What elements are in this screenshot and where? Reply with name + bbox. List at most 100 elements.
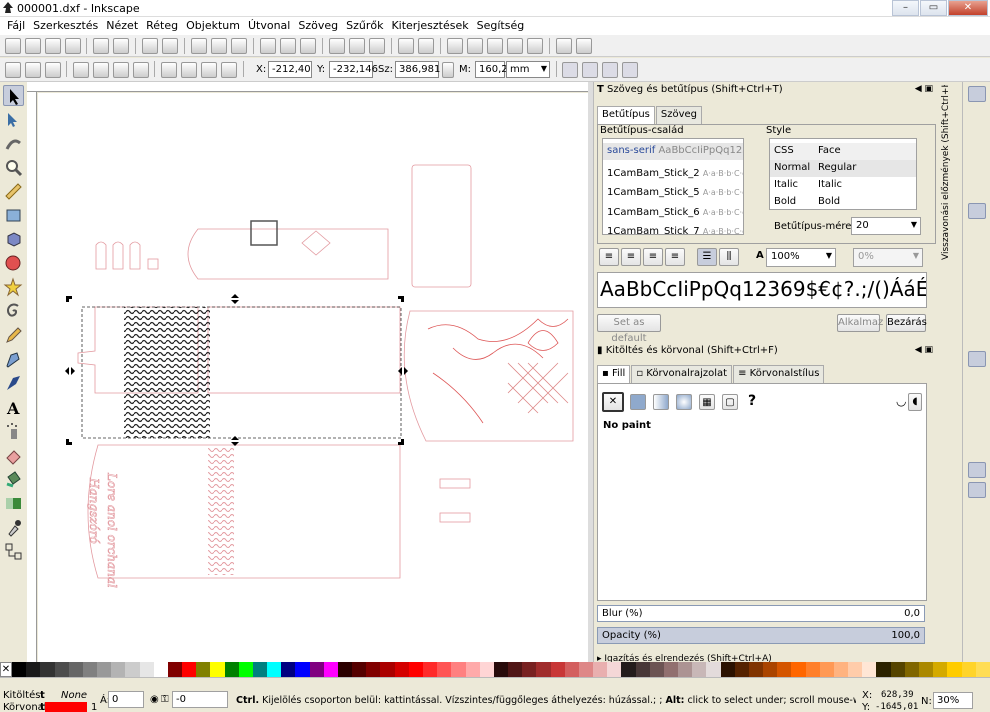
snap-path-icon[interactable] [968, 225, 986, 241]
zoom-field[interactable]: 30% [933, 692, 973, 709]
palette-swatch[interactable] [408, 662, 423, 677]
snap-page-icon[interactable] [968, 442, 986, 458]
snap-bbox-icon[interactable] [968, 112, 986, 128]
palette-swatch[interactable] [536, 662, 551, 677]
snap-nodes-icon[interactable] [968, 203, 986, 219]
duplicate-icon[interactable] [329, 38, 345, 54]
font-row-4[interactable]: 1CamBam_Stick_7 A·a·B·b·C·c [603, 224, 743, 234]
layers-icon[interactable] [487, 38, 503, 54]
palette-swatch[interactable] [68, 662, 83, 677]
line-spacing-select[interactable]: 100% ▼ [766, 248, 836, 267]
palette-swatch[interactable] [706, 662, 721, 677]
palette-swatch[interactable] [876, 662, 891, 677]
lock-ratio-icon[interactable] [442, 62, 454, 78]
opacity-slider[interactable]: Opacity (%) 100,0 [597, 627, 925, 644]
unset-paint-button[interactable]: ? [748, 393, 756, 409]
maximize-button[interactable]: ▭ [920, 0, 947, 16]
horizontal-text-icon[interactable]: ☰ [697, 248, 717, 266]
palette-swatch[interactable] [805, 662, 820, 677]
palette-swatch[interactable] [337, 662, 353, 677]
align-distribute-icon[interactable] [527, 38, 543, 54]
pattern-button[interactable]: ▦ [699, 394, 715, 410]
palette-swatch[interactable] [196, 662, 211, 677]
palette-swatch[interactable] [380, 662, 395, 677]
palette-swatch[interactable] [54, 662, 69, 677]
snap-grid-icon[interactable] [968, 462, 986, 478]
palette-swatch[interactable] [890, 662, 905, 677]
3d-box-tool-icon[interactable] [3, 229, 24, 250]
layer-visibility-icon[interactable]: ◉ [150, 694, 159, 705]
palette-swatch[interactable] [252, 662, 268, 677]
transform-patterns-icon[interactable] [622, 62, 638, 78]
zoom-drawing-icon[interactable] [280, 38, 296, 54]
node-tool-icon[interactable] [3, 109, 24, 130]
eraser-tool-icon[interactable] [3, 445, 24, 466]
select-all-layers-icon[interactable] [25, 62, 41, 78]
palette-swatch[interactable] [975, 662, 990, 677]
swatch-button[interactable]: ▢ [722, 394, 738, 410]
document-properties-icon[interactable] [576, 38, 592, 54]
palette-swatch[interactable] [692, 662, 707, 677]
snap-rotation-center-icon[interactable] [968, 351, 986, 367]
calligraphy-tool-icon[interactable] [3, 373, 24, 394]
palette-swatch[interactable] [522, 662, 537, 677]
star-tool-icon[interactable] [3, 277, 24, 298]
palette-swatch[interactable] [451, 662, 466, 677]
palette-swatch[interactable] [281, 662, 296, 677]
palette-swatch[interactable] [352, 662, 367, 677]
palette-swatch[interactable] [593, 662, 608, 677]
snap-toggle-icon[interactable] [968, 86, 986, 102]
font-row-sans[interactable]: sans-serif AaBbCcIiPpQq12369$ [603, 143, 743, 160]
palette-swatch[interactable] [678, 662, 693, 677]
font-row-2[interactable]: 1CamBam_Stick_5 A·a·B·b·C·c [603, 185, 743, 202]
clone-icon[interactable] [349, 38, 365, 54]
palette-swatch[interactable] [919, 662, 934, 677]
vertical-text-icon[interactable]: ⫼ [719, 248, 739, 266]
palette-swatch[interactable] [720, 662, 735, 677]
raise-to-top-icon[interactable] [161, 62, 177, 78]
snap-guide-icon[interactable] [968, 482, 986, 498]
palette-swatch[interactable] [267, 662, 282, 677]
paste-icon[interactable] [231, 38, 247, 54]
snap-bbox-midpoint-icon[interactable] [968, 177, 986, 193]
pencil-tool-icon[interactable] [3, 325, 24, 346]
scale-corners-icon[interactable] [582, 62, 598, 78]
gradient-tool-icon[interactable] [3, 493, 24, 514]
spiral-tool-icon[interactable] [3, 301, 24, 322]
layer-select[interactable]: -0 [172, 691, 228, 708]
zoom-tool-icon[interactable] [3, 157, 24, 178]
align-center-icon[interactable]: ≡ [621, 248, 641, 266]
palette-swatch[interactable] [82, 662, 98, 677]
radial-gradient-button[interactable] [676, 394, 692, 410]
new-document-icon[interactable] [5, 38, 21, 54]
zoom-page-icon[interactable] [300, 38, 316, 54]
evenodd-icon[interactable]: ◡ [896, 394, 906, 408]
flat-color-button[interactable] [630, 394, 646, 410]
connector-tool-icon[interactable] [3, 541, 24, 562]
palette-swatch[interactable] [323, 662, 338, 677]
palette-swatch[interactable] [663, 662, 679, 677]
menu-path[interactable]: Útvonal [244, 17, 294, 35]
palette-swatch[interactable] [833, 662, 849, 677]
drawing-canvas[interactable]: Lore anol orchanal Hangszóró [38, 93, 588, 662]
text-font-icon[interactable] [467, 38, 483, 54]
flip-vertical-icon[interactable] [133, 62, 149, 78]
linear-gradient-button[interactable] [653, 394, 669, 410]
palette-swatch[interactable] [139, 662, 154, 677]
layer-lock-icon[interactable]: ⚿ [161, 694, 169, 705]
palette-swatch[interactable] [649, 662, 664, 677]
snap-center-icon[interactable] [968, 325, 986, 341]
palette-swatch[interactable] [493, 662, 509, 677]
menu-view[interactable]: Nézet [102, 17, 142, 35]
bucket-tool-icon[interactable] [3, 469, 24, 490]
menu-file[interactable]: Fájl [3, 17, 29, 35]
palette-swatch[interactable] [366, 662, 381, 677]
save-icon[interactable] [45, 38, 61, 54]
palette-swatch[interactable] [621, 662, 636, 677]
palette-swatch[interactable] [111, 662, 126, 677]
menu-layer[interactable]: Réteg [142, 17, 182, 35]
palette-swatch[interactable] [947, 662, 962, 677]
snap-intersection-icon[interactable] [968, 245, 986, 261]
palette-swatch[interactable] [862, 662, 877, 677]
palette-swatch[interactable] [748, 662, 764, 677]
